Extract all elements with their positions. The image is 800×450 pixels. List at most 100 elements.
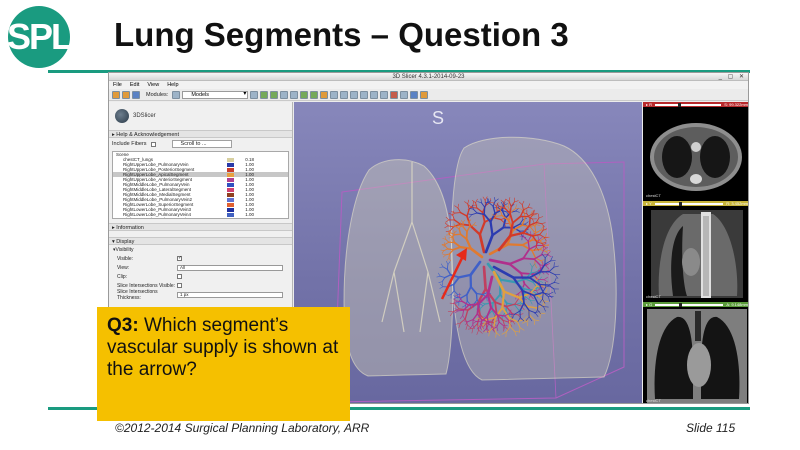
- data-module-icon[interactable]: [290, 90, 299, 99]
- coronal-slice-view[interactable]: ▸ G A: 9.148mm chestCT: [643, 302, 748, 403]
- models-module-icon[interactable]: [310, 90, 319, 99]
- model-color-swatch[interactable]: [227, 167, 234, 172]
- spl-logo: SPL: [7, 6, 73, 68]
- vessel-branch: [522, 257, 536, 261]
- markups-module-icon[interactable]: [330, 90, 339, 99]
- module-selector[interactable]: Models: [182, 90, 249, 99]
- coronal-slice-slider[interactable]: [655, 302, 724, 307]
- axial-slice-slider[interactable]: [655, 102, 722, 107]
- display-property-row: Visible: ✓: [109, 254, 292, 263]
- slide-number: Slide 115: [686, 421, 736, 435]
- orientation-label: S: [432, 108, 445, 128]
- display-section-header[interactable]: ▾ Display: [109, 237, 292, 245]
- window-titlebar: 3D Slicer 4.3.1-2014-09-23 _ ▢ ✕: [109, 73, 748, 81]
- help-section-label: Help & Acknowledgement: [116, 132, 179, 138]
- slicer-brand: 3DSlicer: [109, 102, 292, 130]
- copyright-text: ©2012-2014 Surgical Planning Laboratory,…: [115, 421, 370, 435]
- editor-module-icon[interactable]: [340, 90, 349, 99]
- axial-slice-view[interactable]: ▸ R S: 99.322mm chestCT: [643, 102, 748, 200]
- model-color-swatch[interactable]: [227, 197, 234, 202]
- search-module-icon[interactable]: [172, 90, 181, 99]
- crosshair-icon[interactable]: [360, 90, 369, 99]
- window-controls[interactable]: _ ▢ ✕: [719, 73, 746, 81]
- python-icon[interactable]: [420, 90, 429, 99]
- model-color-swatch[interactable]: [227, 157, 234, 162]
- model-color-swatch[interactable]: [227, 172, 234, 177]
- model-color-swatch[interactable]: [227, 177, 234, 182]
- fiducial-icon[interactable]: [390, 90, 399, 99]
- vessel-branch: [475, 292, 478, 301]
- model-color-swatch[interactable]: [227, 207, 234, 212]
- axial-corner-label: chestCT: [646, 193, 661, 198]
- sagittal-slice-slider[interactable]: [654, 201, 724, 206]
- model-rows: chestCT_lungs 0.18 RightUpperLobe_Pulmonar…: [113, 157, 288, 218]
- property-checkbox[interactable]: [177, 274, 182, 279]
- save-icon[interactable]: [132, 90, 140, 99]
- display-property-row: Slice Intersections Thickness: 1 px: [109, 289, 292, 301]
- information-section-header[interactable]: ▸ Information: [109, 223, 292, 231]
- window-title: 3D Slicer 4.3.1-2014-09-23: [392, 74, 465, 80]
- back-module-icon[interactable]: [260, 90, 269, 99]
- python-console-icon[interactable]: [410, 90, 419, 99]
- model-color-swatch[interactable]: [227, 182, 234, 187]
- help-section-header[interactable]: ▸ Help & Acknowledgement: [109, 130, 292, 138]
- sagittal-slice-view[interactable]: ▸ Y R: 3.452mm chestCT: [643, 201, 748, 301]
- display-section-label: Display: [116, 239, 135, 245]
- vessel-branch: [468, 221, 471, 227]
- vessel-branch: [535, 241, 538, 248]
- extension-icon[interactable]: [380, 90, 389, 99]
- vessel-branch: [482, 265, 487, 291]
- coronal-corner-label: chestCT: [646, 398, 661, 403]
- vessel-branch: [454, 212, 462, 214]
- layout-icon[interactable]: [280, 90, 289, 99]
- model-opacity[interactable]: 1.00: [238, 217, 254, 218]
- vessel-branch: [506, 243, 524, 247]
- scroll-to-field[interactable]: Scroll to ...: [171, 140, 232, 148]
- model-color-swatch[interactable]: [227, 187, 234, 192]
- load-dicom-icon[interactable]: [122, 90, 130, 99]
- include-fibers-checkbox[interactable]: [150, 141, 156, 147]
- property-dropdown[interactable]: 1 px: [177, 291, 283, 298]
- model-color-swatch[interactable]: [227, 192, 234, 197]
- transforms-module-icon[interactable]: [320, 90, 329, 99]
- vessel-branch: [501, 290, 506, 309]
- property-checkbox[interactable]: [177, 283, 182, 288]
- menu-file[interactable]: File: [113, 81, 122, 89]
- question-text: Which segment’s vascular supply is shown…: [107, 315, 339, 380]
- menu-help[interactable]: Help: [167, 81, 178, 89]
- slide-title: Lung Segments – Question 3: [114, 16, 569, 53]
- visibility-subheader[interactable]: ▾ Visibility: [109, 245, 292, 254]
- module-history-icon[interactable]: [250, 90, 259, 99]
- include-fibers-label: Include Fibers: [112, 141, 147, 147]
- slicer-brand-name: 3DSlicer: [133, 113, 156, 119]
- screenshot-icon[interactable]: [370, 90, 379, 99]
- property-dropdown[interactable]: All: [177, 264, 283, 271]
- volumes-module-icon[interactable]: [300, 90, 309, 99]
- menu-edit[interactable]: Edit: [130, 81, 139, 89]
- information-section-label: Information: [116, 225, 144, 231]
- model-name: RightLowerLobe_PulmonaryVein5: [113, 217, 225, 218]
- conventional-layout-icon[interactable]: [350, 90, 359, 99]
- model-color-swatch[interactable]: [227, 217, 234, 218]
- modules-label: Modules:: [146, 91, 169, 98]
- left-lung-model: [343, 159, 454, 377]
- model-color-swatch[interactable]: [227, 202, 234, 207]
- property-label: View:: [117, 264, 130, 271]
- model-color-swatch[interactable]: [227, 212, 234, 217]
- property-checkbox[interactable]: ✓: [177, 256, 182, 261]
- property-label: Visible:: [117, 255, 134, 262]
- axial-ct-image: [650, 123, 742, 191]
- model-tree-row[interactable]: RightLowerLobe_PulmonaryVein5 1.00: [113, 217, 288, 218]
- vessel-branch: [457, 309, 465, 312]
- menu-view[interactable]: View: [147, 81, 159, 89]
- mouse-mode-icon[interactable]: [400, 90, 409, 99]
- slice-views: ▸ R S: 99.322mm chestCT ▸ Y R: 3.452mm c…: [643, 102, 748, 403]
- vessel-branch: [496, 314, 506, 317]
- display-property-row: View: All: [109, 263, 292, 272]
- forward-module-icon[interactable]: [270, 90, 279, 99]
- sagittal-ct-image: [651, 210, 743, 298]
- model-color-swatch[interactable]: [227, 162, 234, 167]
- load-data-icon[interactable]: [112, 90, 120, 99]
- slicer-logo-icon: [115, 109, 129, 123]
- model-tree[interactable]: Scene chestCT_lungs 0.18 RightUpperLobe_Pu…: [112, 151, 289, 219]
